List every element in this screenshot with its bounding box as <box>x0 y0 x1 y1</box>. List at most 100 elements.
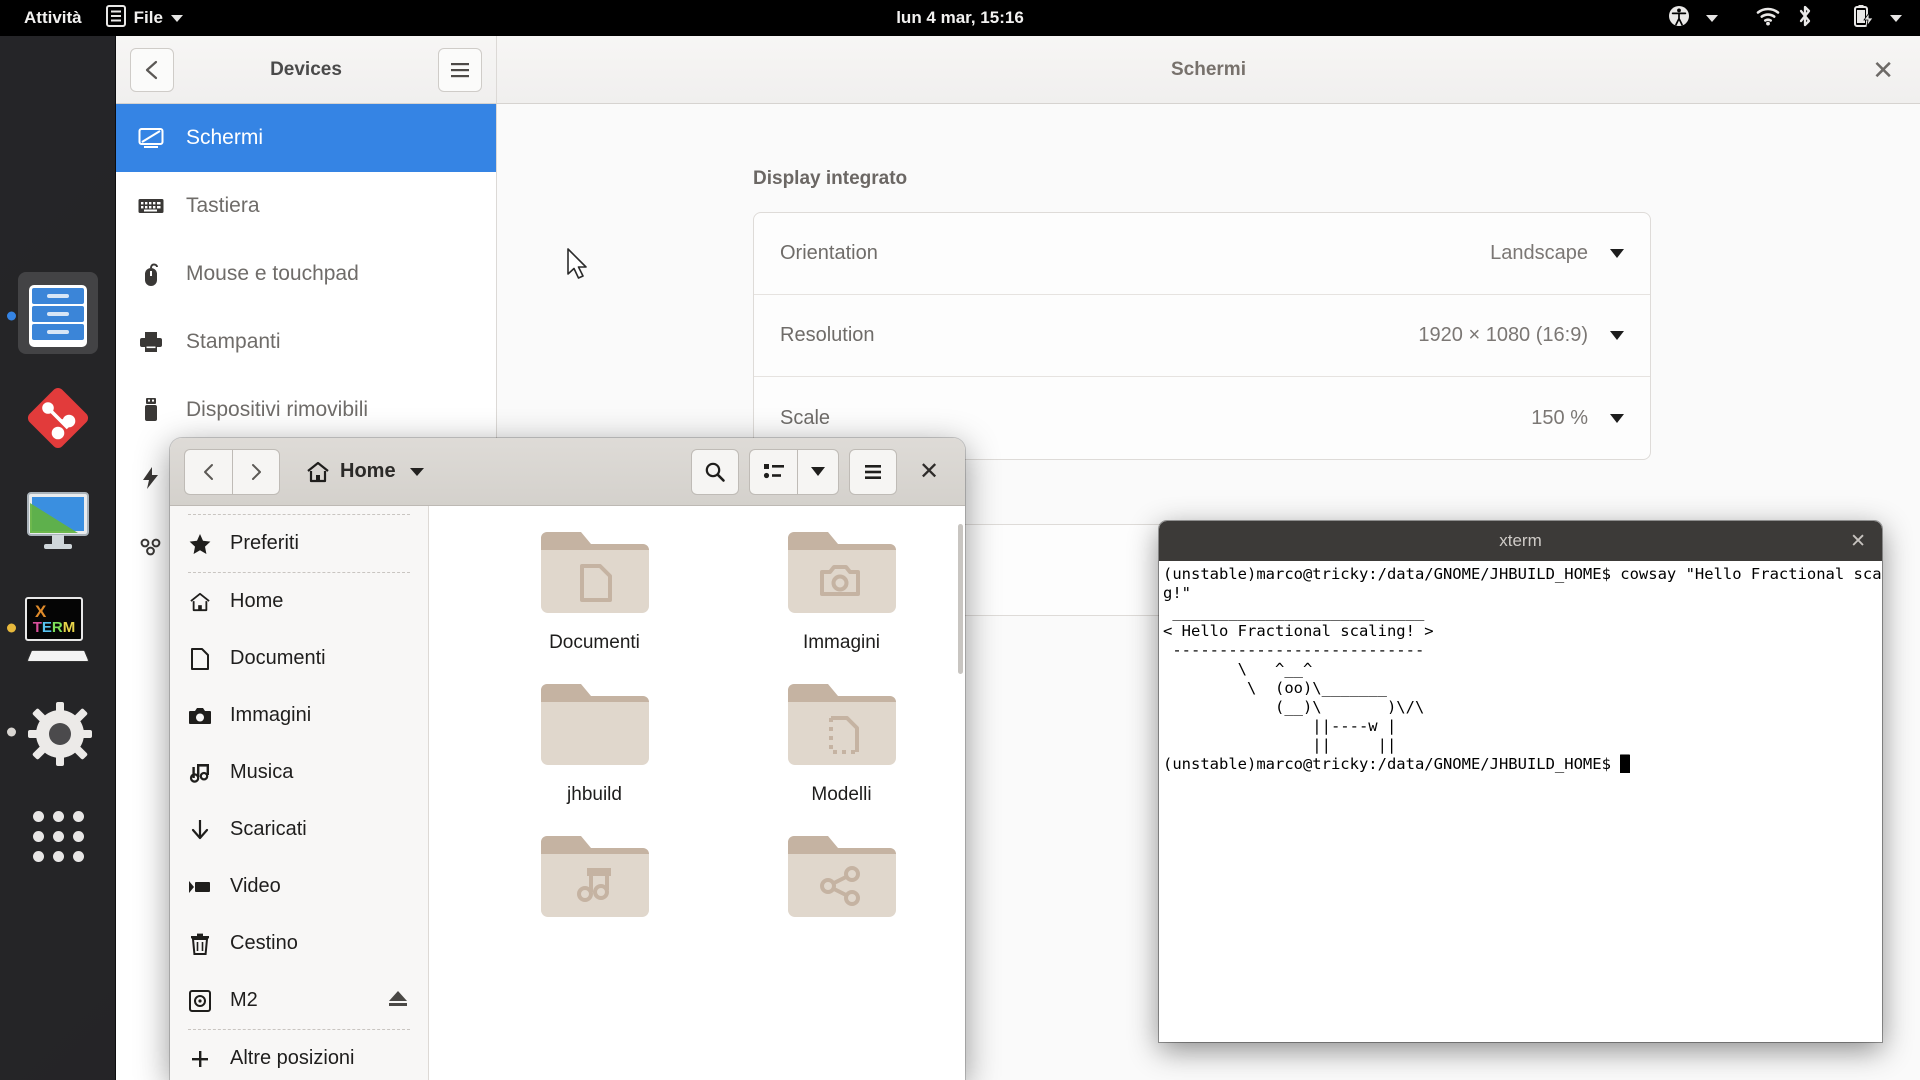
folder-item-musica[interactable] <box>471 830 718 936</box>
search-icon <box>704 461 726 483</box>
chevron-right-icon <box>249 462 263 482</box>
settings-window-titlebar: Schermi ✕ <box>497 36 1920 103</box>
sidebar-item-label: Mouse e touchpad <box>186 262 359 286</box>
dock-item-settings[interactable] <box>0 680 116 784</box>
video-icon <box>188 879 212 895</box>
files-scrollbar[interactable] <box>958 524 963 674</box>
home-icon <box>306 461 330 483</box>
bluetooth-icon[interactable] <box>1796 4 1814 33</box>
download-arrow-icon <box>188 819 212 841</box>
files-content-area: Documenti Immagini <box>429 506 965 1080</box>
xterm-screen[interactable]: (unstable)marco@tricky:/data/GNOME/JHBUI… <box>1159 561 1882 1042</box>
places-item-label: Immagini <box>230 704 311 727</box>
path-bar-home[interactable]: Home <box>306 460 424 483</box>
display-icon <box>138 127 164 149</box>
folder-icon <box>784 830 900 930</box>
folder-grid: Documenti Immagini <box>471 526 965 936</box>
settings-close-button[interactable]: ✕ <box>1872 57 1894 83</box>
files-view-dropdown[interactable] <box>797 449 839 495</box>
clock[interactable]: lun 4 mar, 15:16 <box>896 8 1024 28</box>
scale-value: 150 % <box>1531 407 1588 430</box>
settings-window-title: Schermi <box>1171 59 1246 81</box>
dock-item-files[interactable] <box>0 264 116 368</box>
places-item-label: Altre posizioni <box>230 1047 355 1070</box>
files-back-button[interactable] <box>184 449 232 495</box>
places-item-home[interactable]: Home <box>170 573 428 630</box>
resolution-row[interactable]: Resolution 1920 × 1080 (16:9) <box>754 295 1650 377</box>
xterm-cursor: █ <box>1620 755 1629 773</box>
folder-item-jhbuild[interactable]: jhbuild <box>471 678 718 806</box>
wifi-icon[interactable] <box>1756 6 1780 31</box>
gear-icon <box>27 701 89 763</box>
chevron-down-icon[interactable] <box>1890 15 1902 22</box>
places-item-label: M2 <box>230 989 258 1012</box>
files-close-button[interactable]: ✕ <box>907 457 951 486</box>
orientation-value-group[interactable]: Landscape <box>1490 242 1624 265</box>
dock: X TERM <box>0 36 116 1080</box>
places-item-musica[interactable]: Musica <box>170 744 428 801</box>
battery-charging-icon[interactable] <box>1852 4 1874 33</box>
app-menu-button[interactable]: File <box>96 5 193 32</box>
dock-item-xterm[interactable]: X TERM <box>0 576 116 680</box>
xterm-close-button[interactable]: ✕ <box>1850 530 1866 553</box>
status-area[interactable] <box>1668 4 1902 33</box>
files-menu-button[interactable] <box>849 449 897 495</box>
folder-item-modelli[interactable]: Modelli <box>718 678 965 806</box>
sidebar-item-dispositivi-rimovibili[interactable]: Dispositivi rimovibili <box>116 376 496 444</box>
places-item-altre-posizioni[interactable]: Altre posizioni <box>170 1030 428 1080</box>
settings-header: Devices Schermi ✕ <box>116 36 1920 104</box>
chevron-down-icon <box>1610 331 1624 340</box>
places-item-video[interactable]: Video <box>170 858 428 915</box>
folder-item-pubblici[interactable] <box>718 830 965 936</box>
places-item-scaricati[interactable]: Scaricati <box>170 801 428 858</box>
files-view-button[interactable] <box>749 449 797 495</box>
folder-icon <box>537 678 653 778</box>
files-forward-button[interactable] <box>232 449 280 495</box>
places-item-preferiti[interactable]: Preferiti <box>170 515 428 572</box>
chevron-down-icon <box>1610 414 1624 423</box>
sidebar-item-schermi[interactable]: Schermi <box>116 104 496 172</box>
scale-label: Scale <box>780 407 830 430</box>
music-icon <box>188 763 212 783</box>
display-group-title: Display integrato <box>753 168 1920 190</box>
dock-item-show-apps[interactable] <box>0 784 116 888</box>
accessibility-icon[interactable] <box>1668 5 1690 32</box>
navigation-buttons <box>184 449 280 495</box>
sidebar-item-tastiera[interactable]: Tastiera <box>116 172 496 240</box>
scale-value-group[interactable]: 150 % <box>1531 407 1624 430</box>
places-item-m2[interactable]: M2 <box>170 972 428 1029</box>
list-view-icon <box>763 463 785 481</box>
sidebar-item-stampanti[interactable]: Stampanti <box>116 308 496 376</box>
document-icon <box>188 648 212 670</box>
folder-item-immagini[interactable]: Immagini <box>718 526 965 654</box>
settings-back-button[interactable] <box>130 48 174 92</box>
settings-sidebar-header: Devices <box>116 36 497 103</box>
files-search-button[interactable] <box>691 449 739 495</box>
chevron-down-icon <box>171 15 183 22</box>
chevron-down-icon <box>1610 249 1624 258</box>
places-item-documenti[interactable]: Documenti <box>170 630 428 687</box>
camera-icon <box>188 706 212 726</box>
resolution-value-group[interactable]: 1920 × 1080 (16:9) <box>1418 324 1624 347</box>
running-indicator <box>7 312 16 321</box>
chevron-down-icon <box>811 467 825 476</box>
places-item-immagini[interactable]: Immagini <box>170 687 428 744</box>
activities-button[interactable]: Attività <box>0 8 96 28</box>
dock-item-screen-tool[interactable] <box>0 472 116 576</box>
orientation-row[interactable]: Orientation Landscape <box>754 213 1650 295</box>
places-item-cestino[interactable]: Cestino <box>170 915 428 972</box>
dock-item-git[interactable] <box>0 368 116 472</box>
folder-item-documenti[interactable]: Documenti <box>471 526 718 654</box>
monitor-triangle-icon <box>22 489 94 560</box>
files-icon <box>106 5 126 32</box>
places-item-label: Scaricati <box>230 818 307 841</box>
chevron-down-icon[interactable] <box>1706 15 1718 22</box>
path-label: Home <box>340 460 396 483</box>
eject-icon[interactable] <box>386 988 410 1014</box>
sidebar-item-mouse-touchpad[interactable]: Mouse e touchpad <box>116 240 496 308</box>
settings-menu-button[interactable] <box>438 48 482 92</box>
running-indicator <box>7 728 16 737</box>
xterm-window-title: xterm <box>1499 531 1542 551</box>
app-grid-icon <box>33 811 84 862</box>
running-indicator <box>7 624 16 633</box>
